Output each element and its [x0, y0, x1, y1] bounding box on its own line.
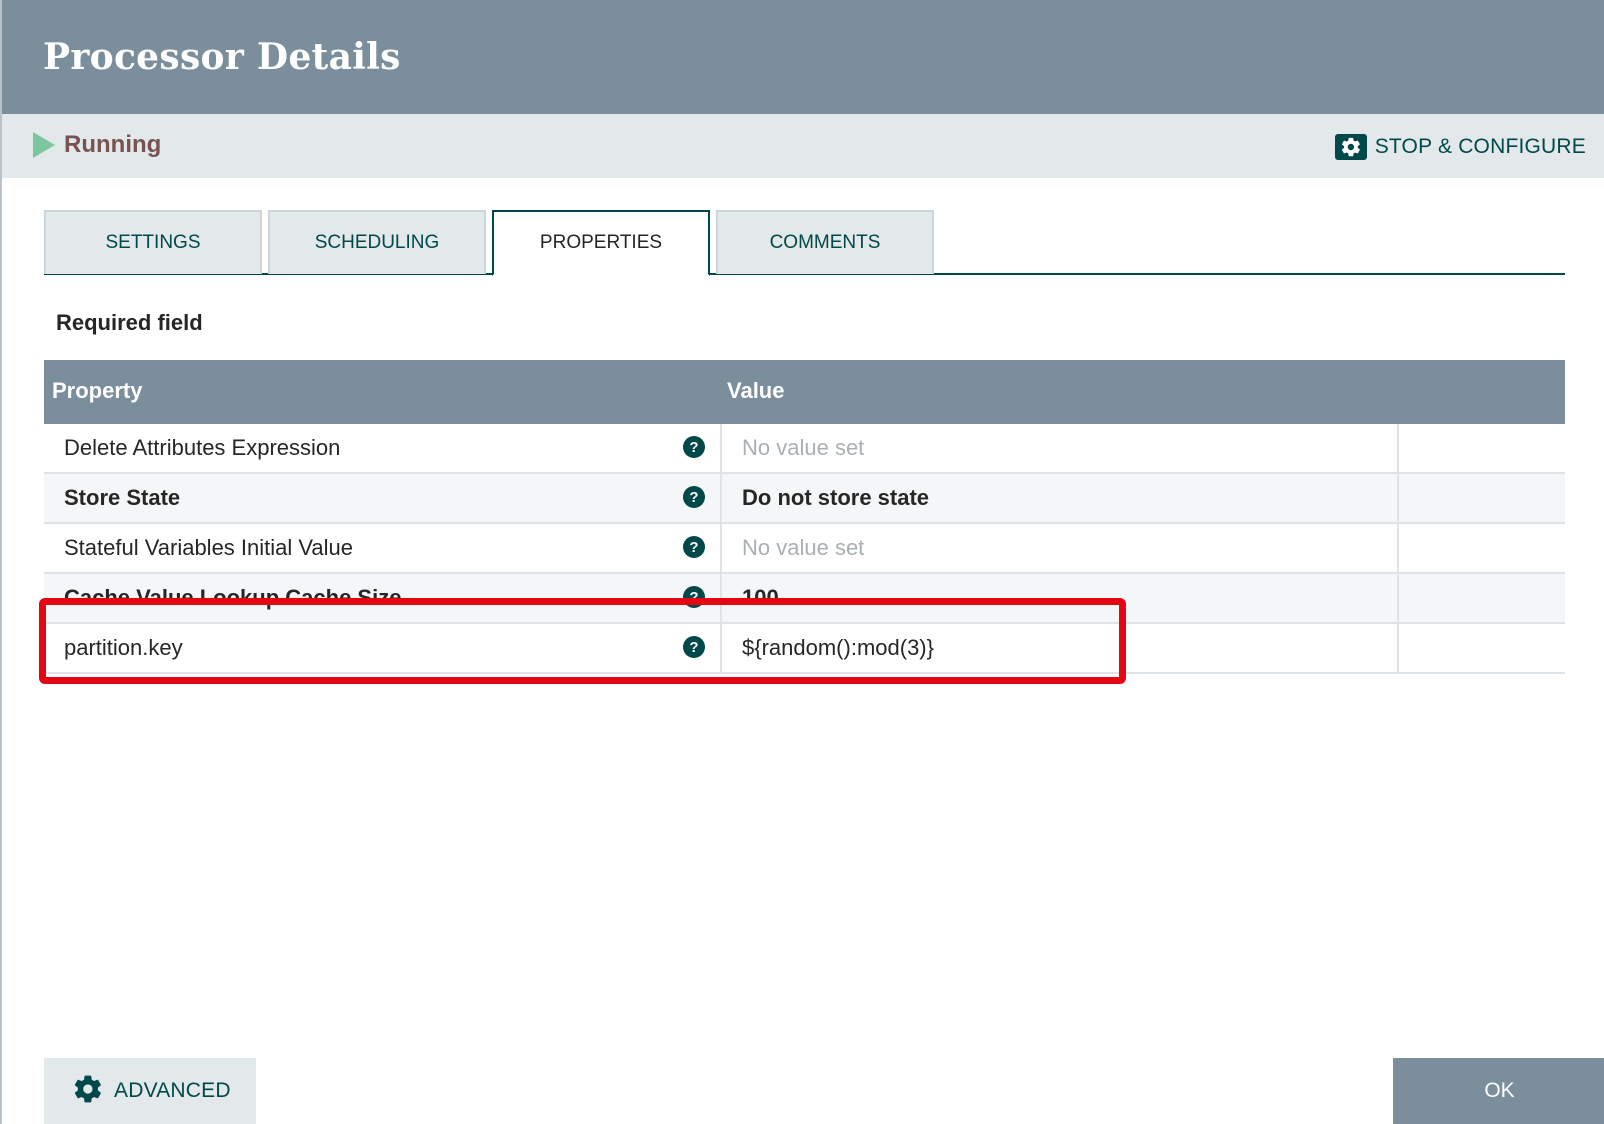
required-field-label: Required field [56, 310, 203, 335]
play-icon [33, 132, 55, 158]
table-row[interactable]: Delete Attributes Expression ? No value … [44, 424, 1565, 474]
column-divider [1397, 624, 1399, 672]
property-value[interactable]: Do not store state [742, 485, 929, 511]
column-header-value: Value [727, 378, 785, 403]
advanced-label: ADVANCED [114, 1079, 231, 1102]
table-row[interactable]: Stateful Variables Initial Value ? No va… [44, 524, 1565, 574]
help-icon[interactable]: ? [683, 586, 705, 608]
column-header-property: Property [52, 378, 143, 403]
column-divider [1397, 424, 1399, 472]
property-name: Delete Attributes Expression [64, 435, 341, 460]
column-divider [1397, 474, 1399, 522]
column-divider [1397, 574, 1399, 622]
properties-table: Property Value Delete Attributes Express… [44, 360, 1565, 674]
help-icon[interactable]: ? [683, 536, 705, 558]
table-row[interactable]: partition.key ? ${random():mod(3)} [44, 624, 1565, 674]
property-name: Cache Value Lookup Cache Size [64, 585, 402, 610]
property-name: Stateful Variables Initial Value [64, 535, 354, 560]
ok-button[interactable]: OK [1393, 1058, 1604, 1124]
column-divider [720, 474, 722, 522]
column-divider [720, 574, 722, 622]
column-divider [720, 524, 722, 572]
help-icon[interactable]: ? [683, 486, 705, 508]
table-row[interactable]: Cache Value Lookup Cache Size ? 100 [44, 574, 1565, 624]
column-divider [720, 624, 722, 672]
table-row[interactable]: Store State ? Do not store state [44, 474, 1565, 524]
help-icon[interactable]: ? [683, 436, 705, 458]
processor-details-dialog: Processor Details Running STOP & CONFIGU… [0, 0, 1604, 1124]
property-name: partition.key [64, 635, 183, 660]
help-icon[interactable]: ? [683, 636, 705, 658]
stop-and-configure-button[interactable]: STOP & CONFIGURE [1334, 134, 1586, 160]
gear-icon [1334, 134, 1367, 160]
table-header: Property Value [44, 360, 1565, 424]
column-divider [720, 424, 722, 472]
property-name: Store State [64, 485, 181, 510]
column-divider [1397, 524, 1399, 572]
stop-configure-label: STOP & CONFIGURE [1374, 135, 1586, 158]
gear-icon [72, 1073, 104, 1110]
property-value[interactable]: No value set [742, 435, 864, 461]
property-value[interactable]: No value set [742, 535, 864, 561]
property-value[interactable]: 100 [742, 585, 779, 611]
tab-comments[interactable]: COMMENTS [716, 210, 934, 274]
advanced-button[interactable]: ADVANCED [44, 1058, 256, 1124]
run-status-label: Running [64, 131, 162, 158]
dialog-title: Processor Details [43, 36, 401, 78]
tab-scheduling[interactable]: SCHEDULING [268, 210, 486, 274]
tab-settings[interactable]: SETTINGS [44, 210, 262, 274]
tab-properties[interactable]: PROPERTIES [492, 210, 710, 276]
dialog-header: Processor Details [2, 0, 1604, 114]
property-value[interactable]: ${random():mod(3)} [742, 635, 934, 661]
